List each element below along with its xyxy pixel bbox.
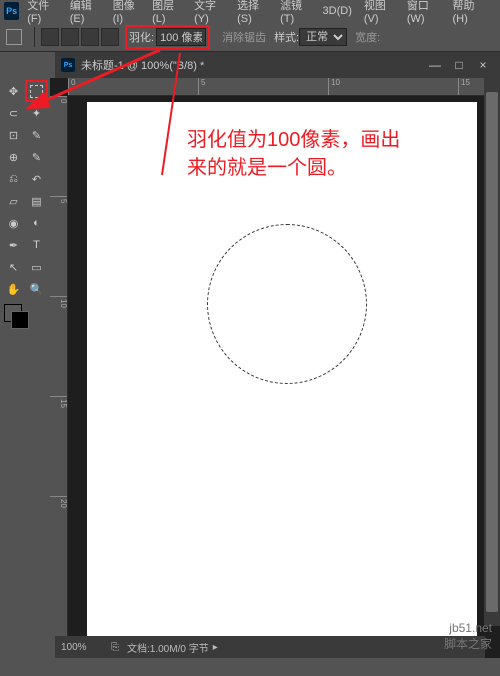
fg-swatch[interactable]	[4, 304, 22, 322]
scroll-thumb[interactable]	[486, 92, 498, 612]
tool-marquee[interactable]	[25, 80, 48, 102]
bg-swatch[interactable]	[11, 311, 29, 329]
tool-heal[interactable]: ⊕	[2, 146, 25, 168]
tool-stamp[interactable]: ⎌	[2, 168, 25, 190]
doc-title: 未标题-1 @ 100%("B/8) *	[81, 57, 422, 73]
doc-logo: Ps	[61, 58, 75, 72]
win-max-button[interactable]: □	[448, 58, 470, 72]
sel-sub-button[interactable]	[81, 28, 99, 46]
menu-layer[interactable]: 图层(L)	[152, 0, 182, 25]
tool-brush[interactable]: ✎	[25, 146, 48, 168]
ruler-vertical[interactable]: 0 5 10 15 20	[50, 96, 68, 658]
menu-type[interactable]: 文字(Y)	[194, 0, 225, 25]
annotation-text: 羽化值为100像素，画出 来的就是一个圆。	[187, 126, 400, 182]
menu-filter[interactable]: 滤镜(T)	[280, 0, 310, 25]
toolbox: ✥ ⊂✦ ⊡✎ ⊕✎ ⎌↶ ▱▤ ◉◐ ✒T ↖▭ ✋🔍	[0, 78, 50, 658]
antialias-label: 消除锯齿	[222, 29, 266, 45]
style-label: 样式:	[274, 29, 299, 45]
tool-crop[interactable]: ⊡	[2, 124, 25, 146]
sel-add-button[interactable]	[61, 28, 79, 46]
watermark: jb51.net 脚本之家	[444, 620, 492, 652]
style-select[interactable]: 正常	[299, 28, 347, 46]
sel-int-button[interactable]	[101, 28, 119, 46]
app-logo: Ps	[4, 2, 19, 20]
feather-highlight: 羽化:	[125, 25, 210, 49]
tool-path[interactable]: ↖	[2, 256, 25, 278]
tool-blur[interactable]: ◉	[2, 212, 25, 234]
status-bar: ⎘ 文档:1.00M/0 字节 ▸	[55, 636, 485, 658]
tool-move[interactable]: ✥	[2, 80, 25, 102]
tool-pen[interactable]: ✒	[2, 234, 25, 256]
tool-history[interactable]: ↶	[25, 168, 48, 190]
win-min-button[interactable]: —	[424, 58, 446, 72]
tool-shape[interactable]: ▭	[25, 256, 48, 278]
doc-size: 文档:1.00M/0 字节	[127, 640, 209, 655]
menu-help[interactable]: 帮助(H)	[452, 0, 484, 25]
tool-eyedrop[interactable]: ✎	[25, 124, 48, 146]
width-label: 宽度:	[355, 29, 380, 45]
marquee-icon	[30, 85, 43, 98]
feather-input[interactable]	[156, 28, 206, 46]
workspace: 0 5 10 15 0 5 10 15 20 羽化值为100像素，画出 来的就是…	[50, 78, 500, 658]
tool-lasso[interactable]: ⊂	[2, 102, 25, 124]
tool-dodge[interactable]: ◐	[25, 212, 48, 234]
win-close-button[interactable]: ×	[472, 58, 494, 72]
scrollbar-vertical[interactable]	[484, 78, 500, 626]
menu-3d[interactable]: 3D(D)	[323, 5, 352, 17]
menu-view[interactable]: 视图(V)	[364, 0, 395, 25]
tool-zoom[interactable]: 🔍	[25, 278, 48, 300]
menu-image[interactable]: 图像(I)	[113, 0, 140, 25]
zoom-input[interactable]	[61, 642, 103, 653]
tool-type[interactable]: T	[25, 234, 48, 256]
menu-select[interactable]: 选择(S)	[237, 0, 268, 25]
document-page[interactable]: 羽化值为100像素，画出 来的就是一个圆。	[87, 102, 477, 644]
tool-hand[interactable]: ✋	[2, 278, 25, 300]
selection-marquee	[207, 224, 367, 384]
active-tool-icon[interactable]	[6, 29, 22, 45]
sel-new-button[interactable]	[41, 28, 59, 46]
ruler-horizontal[interactable]: 0 5 10 15	[68, 78, 500, 96]
feather-label: 羽化:	[129, 29, 154, 45]
tool-eraser[interactable]: ▱	[2, 190, 25, 212]
menu-edit[interactable]: 编辑(E)	[70, 0, 101, 25]
tool-wand[interactable]: ✦	[25, 102, 48, 124]
menu-file[interactable]: 文件(F)	[27, 0, 57, 25]
menu-window[interactable]: 窗口(W)	[407, 0, 441, 25]
tool-grad[interactable]: ▤	[25, 190, 48, 212]
canvas-area[interactable]: 羽化值为100像素，画出 来的就是一个圆。	[68, 96, 500, 658]
